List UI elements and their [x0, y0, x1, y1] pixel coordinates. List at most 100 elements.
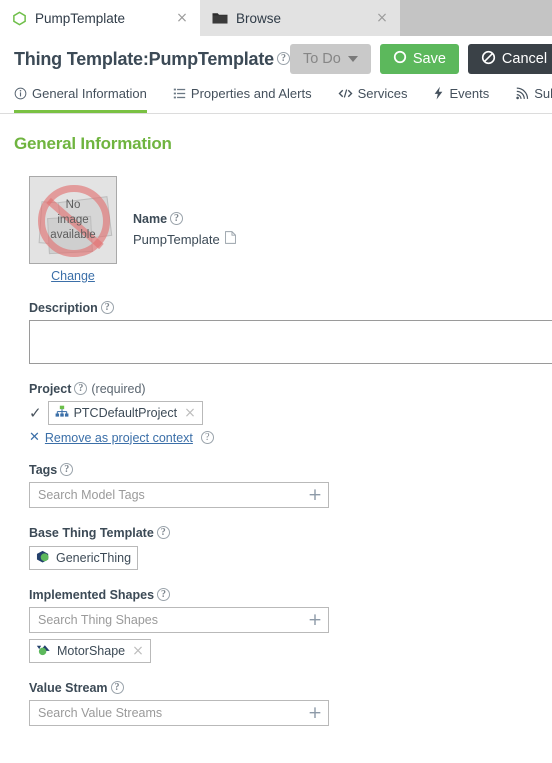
implemented-shapes-chip-row: MotorShape ×: [29, 639, 552, 663]
tab-events[interactable]: Events: [433, 82, 489, 113]
copy-icon[interactable]: [224, 231, 236, 247]
hexagon-outline-green-icon: [12, 11, 27, 26]
help-icon[interactable]: ?: [157, 588, 171, 601]
header-actions: To Do Save Cancel: [289, 44, 552, 74]
no-image-line-1: No: [65, 198, 81, 211]
remove-project-context-link[interactable]: Remove as project context: [45, 431, 193, 445]
name-label: Name: [133, 212, 168, 226]
status-dropdown-button[interactable]: To Do: [289, 44, 371, 74]
help-icon[interactable]: ?: [60, 463, 74, 476]
tab-label: Events: [449, 85, 490, 101]
implemented-shapes-label-row: Implemented Shapes?: [29, 588, 552, 602]
base-thing-template-label-value: GenericThing: [56, 551, 132, 565]
value-stream-search-box[interactable]: +: [29, 700, 329, 726]
remove-project-context-row: ✕ Remove as project context ?: [29, 430, 552, 445]
value-stream-group: Value Stream? +: [14, 681, 552, 726]
base-thing-template-chip-row: GenericThing: [29, 546, 552, 570]
no-image-line-3: available: [50, 228, 96, 241]
help-icon[interactable]: ?: [110, 681, 124, 694]
close-icon[interactable]: ✕: [29, 430, 40, 445]
project-label-row: Project? (required): [29, 382, 552, 396]
description-label-row: Description?: [29, 301, 552, 315]
plus-icon[interactable]: +: [302, 701, 328, 725]
change-image-link[interactable]: Change: [29, 269, 117, 283]
implemented-shapes-group: Implemented Shapes? + MotorShape ×: [14, 588, 552, 663]
page-title-text: Thing Template:PumpTemplate: [14, 48, 274, 69]
browser-tab-label: PumpTemplate: [35, 10, 126, 26]
close-icon[interactable]: ×: [184, 405, 196, 421]
cancel-button[interactable]: Cancel: [467, 44, 552, 74]
browser-tab-browse[interactable]: Browse ×: [200, 0, 400, 36]
image-placeholder[interactable]: No image available: [29, 176, 117, 264]
help-icon[interactable]: ?: [156, 526, 170, 539]
page-header: Thing Template:PumpTemplate? To Do Save …: [0, 36, 552, 82]
tab-subscriptions[interactable]: Subs: [515, 82, 552, 113]
no-image-text: No image available: [30, 177, 116, 263]
implemented-shapes-label: Implemented Shapes: [29, 588, 155, 602]
list-icon: [173, 87, 186, 100]
section-heading: General Information: [14, 134, 172, 153]
tab-general-information[interactable]: General Information: [14, 82, 147, 113]
help-icon[interactable]: ?: [170, 212, 184, 225]
check-icon: ✓: [29, 404, 42, 422]
description-input[interactable]: [29, 320, 552, 364]
help-icon[interactable]: ?: [276, 51, 290, 65]
info-circle-icon: [14, 87, 27, 100]
name-value: PumpTemplate: [133, 231, 220, 247]
search-input[interactable]: [30, 701, 302, 725]
help-icon[interactable]: ?: [74, 382, 88, 395]
section-tab-bar: General Information Properties and Alert…: [0, 82, 552, 114]
implemented-shapes-search-box[interactable]: +: [29, 607, 329, 633]
no-image-line-2: image: [57, 213, 89, 226]
close-icon[interactable]: ×: [374, 10, 390, 26]
plus-icon[interactable]: +: [302, 483, 328, 507]
base-thing-template-group: Base Thing Template? GenericThing: [14, 526, 552, 570]
broadcast-icon: [515, 87, 529, 100]
project-chip-label: PTCDefaultProject: [73, 406, 178, 420]
tab-properties-and-alerts[interactable]: Properties and Alerts: [173, 82, 312, 113]
tab-services[interactable]: Services: [338, 82, 408, 113]
close-icon[interactable]: ×: [132, 643, 144, 659]
tab-label: Services: [357, 85, 408, 101]
circle-icon: [393, 50, 407, 68]
name-value-row: PumpTemplate: [133, 231, 236, 247]
browser-tab-pumptemplate[interactable]: PumpTemplate ×: [0, 0, 200, 36]
tags-search-box[interactable]: +: [29, 482, 329, 508]
folder-icon: [212, 11, 228, 25]
value-stream-label: Value Stream: [29, 681, 108, 695]
base-thing-template-chip[interactable]: GenericThing: [29, 546, 139, 570]
status-dropdown-label: To Do: [302, 51, 341, 67]
browser-tab-strip: PumpTemplate × Browse ×: [0, 0, 552, 36]
cancel-button-label: Cancel: [501, 51, 548, 67]
project-chip-row: ✓ PTCDefaultProject ×: [29, 401, 552, 425]
tags-label: Tags: [29, 463, 58, 477]
base-thing-template-label: Base Thing Template: [29, 526, 154, 540]
tab-label: Properties and Alerts: [190, 85, 312, 101]
shape-chip-label: MotorShape: [57, 644, 126, 658]
project-chip[interactable]: PTCDefaultProject ×: [47, 401, 203, 425]
image-and-name-row: No image available Change Name? PumpTemp…: [14, 176, 552, 283]
name-field-block: Name? PumpTemplate: [133, 176, 236, 247]
shape-icon: [36, 643, 52, 660]
browser-tab-label: Browse: [236, 10, 282, 26]
thumbnail-block: No image available Change: [29, 176, 117, 283]
plus-icon[interactable]: +: [302, 608, 328, 632]
help-icon[interactable]: ?: [200, 431, 214, 444]
code-icon: [338, 87, 353, 100]
shape-chip[interactable]: MotorShape ×: [29, 639, 151, 663]
description-group: Description?: [14, 301, 552, 364]
project-required-text: (required): [91, 382, 146, 396]
close-icon[interactable]: ×: [174, 10, 190, 26]
lightning-bolt-icon: [433, 86, 444, 100]
save-button[interactable]: Save: [379, 44, 459, 74]
search-input[interactable]: [30, 608, 302, 632]
thing-hexagon-icon: [36, 550, 51, 567]
project-group: Project? (required) ✓ PTCDefaultProject …: [14, 382, 552, 445]
project-label: Project: [29, 382, 72, 396]
general-information-panel: General Information No image available C…: [0, 114, 552, 726]
tab-label: Subs: [534, 85, 552, 101]
tags-group: Tags? +: [14, 463, 552, 508]
page-title: Thing Template:PumpTemplate?: [14, 49, 290, 70]
help-icon[interactable]: ?: [100, 301, 114, 314]
search-input[interactable]: [30, 483, 302, 507]
